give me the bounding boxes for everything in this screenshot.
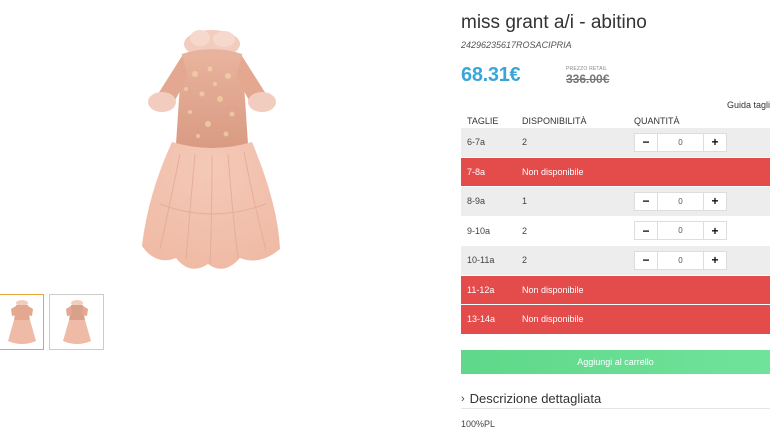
size-row: 10-11a 2 − 0 + — [461, 246, 770, 276]
add-to-cart-button[interactable]: Aggiungi al carrello — [461, 350, 770, 374]
size-row: 6-7a 2 − 0 + — [461, 128, 770, 158]
size-table: TAGLIE DISPONIBILITÀ QUANTITÀ 6-7a 2 − 0… — [461, 113, 770, 335]
size-row: 8-9a 1 − 0 + — [461, 187, 770, 217]
header-quantity: QUANTITÀ — [634, 115, 680, 126]
product-title: miss grant a/i - abitino — [461, 12, 647, 33]
description-toggle-label: Descrizione dettagliata — [469, 391, 602, 406]
increment-button[interactable]: + — [703, 250, 727, 270]
availability-value: Non disponibile — [522, 314, 584, 325]
thumbnail-1[interactable] — [0, 294, 44, 350]
quantity-stepper: − 0 + — [634, 191, 770, 211]
header-size: TAGLIE — [467, 115, 499, 126]
thumbnail-2[interactable] — [49, 294, 104, 350]
increment-button[interactable]: + — [703, 132, 727, 152]
chevron-right-icon: › — [461, 392, 465, 405]
size-row-unavailable: 13-14a Non disponibile — [461, 305, 770, 335]
size-label: 13-14a — [467, 314, 496, 325]
product-sku: 24296235617ROSACIPRIA — [461, 40, 572, 50]
thumbnail-strip — [0, 294, 104, 350]
size-label: 9-10a — [467, 225, 491, 236]
quantity-input[interactable]: 0 — [658, 221, 703, 241]
size-row-unavailable: 7-8a Non disponibile — [461, 157, 770, 187]
quantity-input[interactable]: 0 — [658, 250, 703, 270]
decrement-button[interactable]: − — [634, 132, 658, 152]
size-row-unavailable: 11-12a Non disponibile — [461, 275, 770, 305]
availability-value: Non disponibile — [522, 284, 584, 295]
main-product-image[interactable] — [120, 14, 300, 279]
availability-value: 2 — [522, 225, 528, 236]
size-label: 6-7a — [467, 137, 486, 148]
description-toggle[interactable]: › Descrizione dettagliata — [461, 389, 770, 409]
quantity-input[interactable]: 0 — [658, 191, 703, 211]
size-label: 7-8a — [467, 166, 486, 177]
increment-button[interactable]: + — [703, 221, 727, 241]
availability-value: 2 — [522, 255, 528, 266]
size-guide-link[interactable]: Guida tagli — [727, 100, 770, 110]
quantity-input[interactable]: 0 — [658, 132, 703, 152]
size-label: 10-11a — [467, 255, 495, 266]
retail-price: 336.00€ — [566, 72, 610, 86]
size-label: 8-9a — [467, 196, 486, 207]
availability-value: Non disponibile — [522, 166, 584, 177]
quantity-stepper: − 0 + — [634, 221, 770, 241]
availability-value: 1 — [522, 196, 528, 207]
size-label: 11-12a — [467, 284, 495, 295]
size-row: 9-10a 2 − 0 + — [461, 216, 770, 246]
product-price: 68.31€ — [461, 64, 521, 86]
quantity-stepper: − 0 + — [634, 132, 770, 152]
decrement-button[interactable]: − — [634, 221, 658, 241]
decrement-button[interactable]: − — [634, 191, 658, 211]
material-text: 100%PL — [461, 419, 496, 429]
availability-value: 2 — [522, 137, 528, 148]
decrement-button[interactable]: − — [634, 250, 658, 270]
increment-button[interactable]: + — [703, 191, 727, 211]
header-availability: DISPONIBILITÀ — [522, 115, 587, 126]
quantity-stepper: − 0 + — [634, 250, 770, 270]
size-table-header: TAGLIE DISPONIBILITÀ QUANTITÀ — [461, 113, 770, 128]
